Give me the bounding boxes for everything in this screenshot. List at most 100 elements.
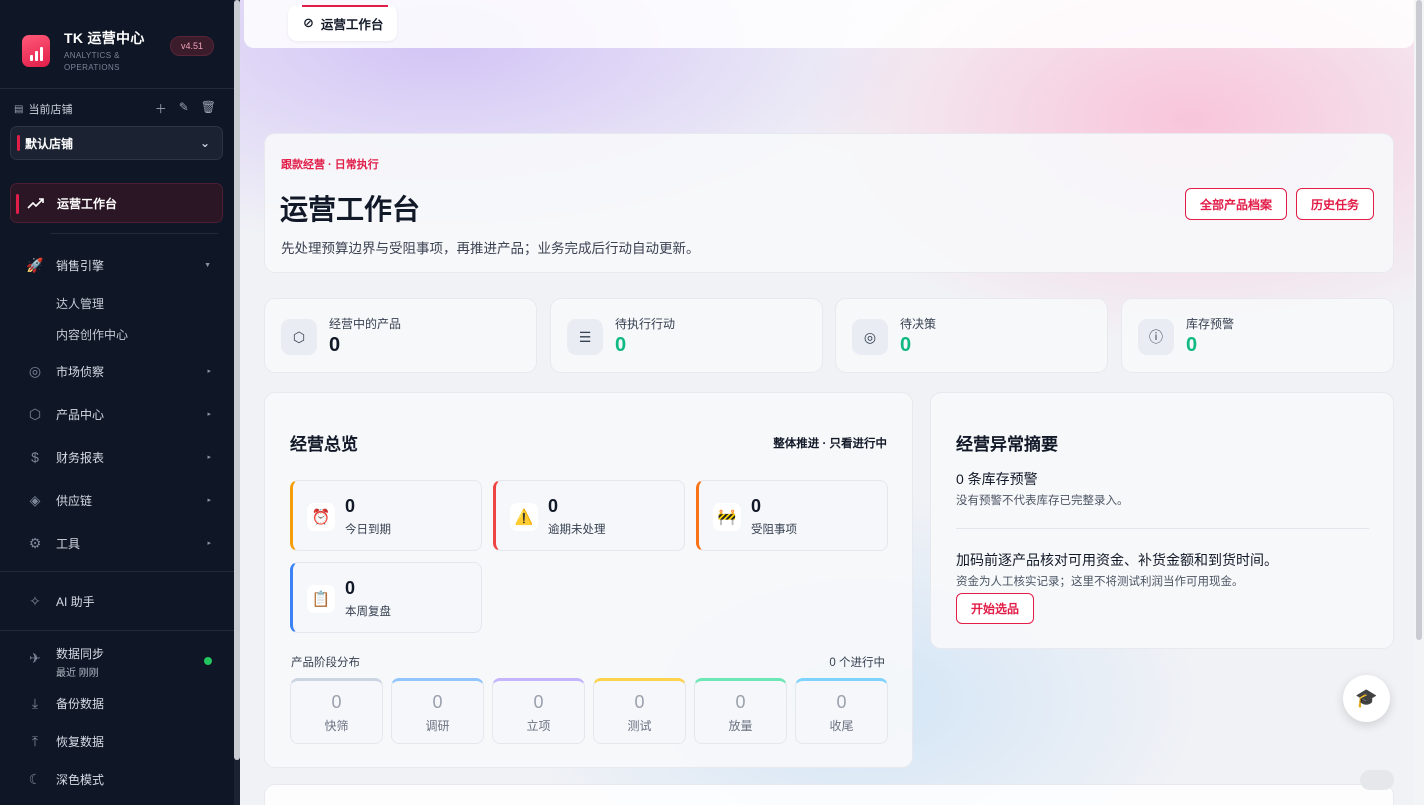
- stage-testing[interactable]: 0 测试: [593, 678, 686, 744]
- nav-sub-influencer[interactable]: 达人管理: [56, 295, 104, 312]
- tile-value: 0: [548, 496, 559, 516]
- stage-label: 快筛: [324, 719, 349, 733]
- compass-icon: ⊘: [303, 15, 314, 30]
- stat-card-inventory[interactable]: ⓘ 库存预警 0: [1121, 298, 1394, 373]
- assistant-fab-icon[interactable]: 🎓: [1343, 675, 1390, 722]
- tile-weekly-review[interactable]: 📋 0 本周复盘: [290, 562, 482, 633]
- moon-icon: ☾: [28, 770, 42, 787]
- nav-item-dark-mode[interactable]: ☾ 深色模式: [26, 770, 211, 788]
- nav-item-sales-engine[interactable]: 🚀 销售引擎 ▼: [26, 256, 211, 274]
- nav-item-tools[interactable]: ⚙ 工具 ▸: [26, 534, 211, 552]
- alert-circle-icon: ⓘ: [1138, 319, 1174, 355]
- main-content: ⊘ 运营工作台 跟款经营 · 日常执行 运营工作台 先处理预算边界与受阻事项，再…: [240, 0, 1414, 805]
- stage-closing[interactable]: 0 收尾: [795, 678, 888, 744]
- nav-sub-content-center[interactable]: 内容创作中心: [56, 326, 128, 343]
- nav-item-workbench[interactable]: 运营工作台: [10, 183, 223, 223]
- page-title: 运营工作台: [280, 194, 421, 225]
- divider: [0, 571, 234, 572]
- sync-status[interactable]: ✈ 数据同步 最近 刚刚: [26, 645, 211, 679]
- stage-quick-screen[interactable]: 0 快筛: [290, 678, 383, 744]
- stage-value: 0: [735, 692, 746, 712]
- store-label: 当前店铺: [28, 104, 73, 116]
- divider: [956, 528, 1369, 529]
- store-label-row: ▤ 当前店铺: [14, 101, 72, 117]
- store-selected: 默认店铺: [25, 136, 74, 151]
- checklist-icon: ☰: [567, 319, 603, 355]
- tab-workbench[interactable]: ⊘ 运营工作台: [288, 5, 398, 41]
- stat-card-actions[interactable]: ☰ 待执行行动 0: [550, 298, 823, 373]
- tile-overdue[interactable]: ⚠️ 0 逾期未处理: [493, 480, 685, 551]
- sparkle-icon: ✧: [29, 592, 41, 609]
- caret-icon: ▼: [204, 261, 211, 269]
- stage-scaling[interactable]: 0 放量: [694, 678, 787, 744]
- toggle-switch[interactable]: [1360, 770, 1394, 790]
- caret-icon: ▸: [207, 454, 211, 461]
- stage-value: 0: [634, 692, 645, 712]
- nav-item-label: 恢复数据: [56, 734, 105, 749]
- delete-store-icon[interactable]: 🗑: [201, 100, 216, 117]
- rocket-icon: 🚀: [26, 256, 44, 273]
- hero-description: 先处理预算边界与受阻事项，再推进产品；业务完成后行动自动更新。: [281, 241, 700, 256]
- nav-item-restore[interactable]: ⤒ 恢复数据: [26, 732, 211, 750]
- stage-label: 调研: [425, 719, 450, 733]
- edit-store-icon[interactable]: ✎: [179, 100, 189, 117]
- stage-value: 0: [533, 692, 544, 712]
- store-icon: ▤: [14, 103, 24, 115]
- hero-kicker: 跟款经营 · 日常执行: [281, 159, 379, 171]
- tile-label: 今日到期: [345, 524, 391, 536]
- overview-filter[interactable]: 整体推进 · 只看进行中: [773, 435, 887, 451]
- download-icon: ⤓: [31, 694, 39, 711]
- nav-item-label: 产品中心: [56, 407, 105, 422]
- tile-value: 0: [345, 496, 356, 516]
- nav-item-product-center[interactable]: ⬡ 产品中心 ▸: [26, 405, 211, 423]
- divider: [0, 630, 234, 631]
- tile-due-today[interactable]: ⏰ 0 今日到期: [290, 480, 482, 551]
- chevron-down-icon: ⌄: [199, 136, 210, 150]
- all-products-button[interactable]: 全部产品档案: [1185, 188, 1288, 220]
- stage-count: 0 个进行中: [829, 657, 885, 669]
- nav-item-backup[interactable]: ⤓ 备份数据: [26, 694, 211, 712]
- brand-title: TK 运营中心: [64, 30, 145, 46]
- caret-icon: ▸: [207, 540, 211, 547]
- stat-value: 0: [1186, 334, 1198, 356]
- stage-initiation[interactable]: 0 立项: [492, 678, 585, 744]
- brand-subtitle-1: ANALYTICS &: [64, 51, 120, 60]
- sync-subtitle: 最近 刚刚: [56, 668, 99, 679]
- history-tasks-button[interactable]: 历史任务: [1296, 188, 1375, 220]
- nav-item-supply-chain[interactable]: ◈ 供应链 ▸: [26, 491, 211, 509]
- sync-status-dot: [204, 657, 212, 665]
- stage-label: 放量: [728, 719, 753, 733]
- caret-icon: ▸: [207, 497, 211, 504]
- nav-item-market-scout[interactable]: ◎ 市场侦察 ▸: [26, 362, 211, 380]
- radar-icon: ◎: [28, 362, 42, 379]
- tile-value: 0: [345, 578, 356, 598]
- stage-label: 收尾: [829, 719, 854, 733]
- funding-check-heading: 加码前逐产品核对可用资金、补货金额和到货时间。: [956, 552, 1278, 568]
- caret-icon: ▸: [207, 411, 211, 418]
- caret-icon: ▸: [207, 368, 211, 375]
- sidebar: TK 运营中心 ANALYTICS & OPERATIONS v4.51 ▤ 当…: [0, 0, 234, 805]
- tile-blocked[interactable]: 🚧 0 受阻事项: [696, 480, 888, 551]
- stage-distribution-label: 产品阶段分布: [291, 657, 360, 669]
- start-selection-button[interactable]: 开始选品: [956, 593, 1035, 624]
- nav-item-finance[interactable]: $ 财务报表 ▸: [26, 448, 211, 466]
- construction-icon: 🚧: [713, 503, 741, 531]
- clipboard-icon: 📋: [307, 585, 335, 613]
- alarm-clock-icon: ⏰: [307, 503, 335, 531]
- nav-item-label: 供应链: [56, 493, 93, 508]
- stat-card-products[interactable]: ⬡ 经营中的产品 0: [264, 298, 537, 373]
- stage-value: 0: [836, 692, 847, 712]
- target-icon: ◎: [852, 319, 888, 355]
- hero-panel: 跟款经营 · 日常执行 运营工作台 先处理预算边界与受阻事项，再推进产品；业务完…: [264, 133, 1394, 273]
- stat-card-decisions[interactable]: ◎ 待决策 0: [835, 298, 1108, 373]
- nav-item-label: 财务报表: [56, 450, 105, 465]
- box-icon: ⬡: [28, 405, 42, 422]
- divider: [0, 88, 234, 89]
- nav-item-ai-assistant[interactable]: ✧ AI 助手: [26, 592, 211, 610]
- stat-label: 待执行行动: [615, 317, 676, 331]
- anomaly-title: 经营异常摘要: [956, 435, 1058, 454]
- stage-research[interactable]: 0 调研: [391, 678, 484, 744]
- add-store-icon[interactable]: ＋: [155, 100, 167, 117]
- main-scrollbar[interactable]: [1414, 0, 1424, 805]
- store-select[interactable]: 默认店铺 ⌄: [10, 126, 223, 160]
